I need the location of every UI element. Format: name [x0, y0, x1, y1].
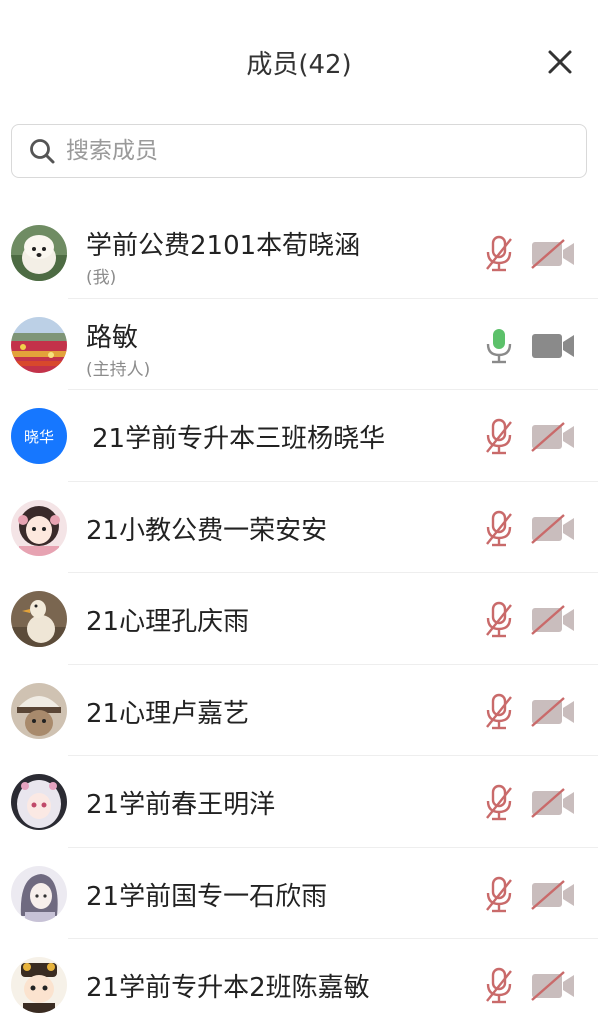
search-icon — [30, 139, 55, 164]
mic-muted-icon[interactable] — [483, 510, 515, 548]
mic-muted-icon[interactable] — [483, 601, 515, 639]
member-name: 路敏 — [86, 322, 139, 353]
mic-muted-icon[interactable] — [483, 967, 515, 1005]
avatar — [11, 591, 67, 647]
camera-off-icon[interactable] — [530, 239, 576, 269]
member-role-tag: (主持人) — [86, 359, 151, 380]
member-role-tag: (我) — [86, 268, 117, 288]
mic-muted-icon[interactable] — [483, 235, 515, 273]
mic-muted-icon[interactable] — [483, 418, 515, 456]
camera-off-icon[interactable] — [530, 422, 576, 452]
avatar: 晓华 — [11, 408, 67, 464]
member-row[interactable]: 21小教公费一荣安安 — [0, 482, 598, 573]
member-row[interactable]: 21学前春王明洋 — [0, 756, 598, 848]
mic-muted-icon[interactable] — [483, 784, 515, 822]
member-name: 21小教公费一荣安安 — [86, 515, 328, 546]
camera-off-icon[interactable] — [530, 513, 576, 544]
member-name: 21学前专升本2班陈嘉敏 — [86, 973, 370, 1003]
search-box[interactable] — [11, 124, 587, 178]
avatar — [11, 499, 67, 556]
avatar — [11, 682, 67, 739]
avatar — [11, 774, 67, 830]
avatar — [11, 957, 67, 1013]
camera-off-icon[interactable] — [530, 971, 576, 1001]
member-row[interactable]: 21学前专升本2班陈嘉敏 — [0, 939, 598, 1031]
member-row[interactable]: 21心理孔庆雨 — [0, 573, 598, 665]
member-name: 21学前国专一石欣雨 — [86, 881, 328, 912]
camera-icon[interactable] — [530, 331, 576, 361]
camera-off-icon[interactable] — [530, 696, 576, 727]
mic-active-icon[interactable] — [483, 327, 515, 365]
member-row[interactable]: 晓华 21学前专升本三班杨晓华 — [0, 390, 598, 482]
member-name: 21学前专升本三班杨晓华 — [92, 424, 386, 454]
camera-off-icon[interactable] — [530, 605, 576, 635]
member-name: 21学前春王明洋 — [86, 790, 276, 820]
member-list: 学前公费2101本荀晓涵 (我) 路敏 (主持人) 晓华 21学前专升本三班杨晓… — [0, 207, 598, 1031]
member-row[interactable]: 21学前国专一石欣雨 — [0, 848, 598, 939]
search-input[interactable] — [64, 137, 548, 165]
member-row[interactable]: 学前公费2101本荀晓涵 (我) — [0, 207, 598, 299]
mic-muted-icon[interactable] — [483, 693, 515, 731]
mic-muted-icon[interactable] — [483, 876, 515, 914]
member-row[interactable]: 21心理卢嘉艺 — [0, 665, 598, 756]
member-name: 21心理孔庆雨 — [86, 607, 250, 637]
member-name: 21心理卢嘉艺 — [86, 698, 250, 729]
member-panel-header: 成员(42) — [0, 0, 598, 130]
camera-off-icon[interactable] — [530, 879, 576, 910]
avatar — [11, 316, 67, 373]
page-title: 成员(42) — [246, 50, 352, 80]
close-icon[interactable] — [540, 42, 580, 82]
avatar — [11, 865, 67, 922]
avatar — [11, 225, 67, 281]
member-name: 学前公费2101本荀晓涵 — [86, 231, 361, 261]
camera-off-icon[interactable] — [530, 788, 576, 818]
member-row[interactable]: 路敏 (主持人) — [0, 299, 598, 390]
